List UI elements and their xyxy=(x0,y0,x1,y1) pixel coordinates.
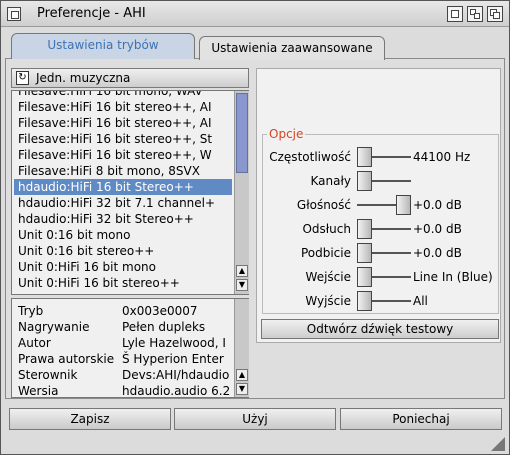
mode-list-scrollbar[interactable]: ▲ ▼ xyxy=(234,91,249,294)
option-slider-handle[interactable] xyxy=(357,291,372,311)
mode-list-item[interactable]: Filesave:HiFi 16 bit stereo++, AI xyxy=(14,115,232,131)
device-cycle-button[interactable]: ↻ Jedn. muzyczna xyxy=(11,68,249,88)
info-row: Autor Lyle Hazelwood, I xyxy=(16,335,232,351)
mode-list-item[interactable]: Filesave:HiFi 8 bit mono, 8SVX xyxy=(14,163,232,179)
option-value: +0.0 dB xyxy=(413,198,462,212)
mode-list-items: Filesave:HiFi 16 bit mono, WAV Filesave:H… xyxy=(14,91,232,294)
option-label: Kanały xyxy=(310,174,351,188)
zoom-icon[interactable] xyxy=(467,6,483,22)
scroll-up-icon[interactable]: ▲ xyxy=(236,369,248,381)
info-row: Nagrywanie Pełen dupleks xyxy=(16,319,232,335)
option-slider-handle[interactable] xyxy=(357,267,372,287)
depth-icon[interactable] xyxy=(487,6,503,22)
info-key: Wersja xyxy=(18,384,59,395)
option-label: Odsłuch xyxy=(302,222,351,236)
iconify-icon[interactable] xyxy=(447,6,463,22)
close-icon[interactable] xyxy=(7,7,21,21)
option-value: +0.0 dB xyxy=(413,246,462,260)
play-test-sound-button[interactable]: Odtwórz dźwięk testowy xyxy=(261,319,499,339)
mode-list-item[interactable]: Unit 0:HiFi 16 bit mono xyxy=(14,259,232,275)
info-key: Autor xyxy=(18,336,51,350)
mode-list-item[interactable]: Filesave:HiFi 16 bit stereo++, AI xyxy=(14,99,232,115)
scroll-down-icon[interactable]: ▼ xyxy=(236,383,248,395)
cycle-icon: ↻ xyxy=(16,71,29,85)
mode-list-item[interactable]: Unit 0:16 bit stereo++ xyxy=(14,243,232,259)
tab-mode-settings[interactable]: Ustawienia trybów xyxy=(11,33,195,59)
info-key: Tryb xyxy=(18,304,44,318)
mode-list[interactable]: Filesave:HiFi 16 bit mono, WAV Filesave:H… xyxy=(11,90,249,295)
option-value: Line In (Blue) xyxy=(413,270,493,284)
mode-list-item[interactable]: hdaudio:HiFi 32 bit 7.1 channel+ xyxy=(14,195,232,211)
mode-list-item[interactable]: Unit 0:16 bit mono xyxy=(14,227,232,243)
resize-handle-icon[interactable] xyxy=(491,437,505,451)
info-row: Sterownik Devs:AHI/hdaudio xyxy=(16,367,232,383)
mode-info-rows: Tryb 0x003e0007 Nagrywanie Pełen dupleks Aut… xyxy=(16,303,232,395)
info-row: Wersja hdaudio.audio 6.2 xyxy=(16,383,232,395)
option-slider-handle[interactable] xyxy=(396,195,411,215)
info-key: Prawa autorskie xyxy=(18,352,115,366)
option-slider-handle[interactable] xyxy=(357,171,372,191)
info-row: Prawa autorskie Š Hyperion Enter xyxy=(16,351,232,367)
mode-list-scroll-knob[interactable] xyxy=(236,93,248,173)
option-value: +0.0 dB xyxy=(413,222,462,236)
option-label: Wyjście xyxy=(305,294,351,308)
mode-list-item[interactable]: Filesave:HiFi 16 bit mono, WAV xyxy=(14,91,232,99)
info-value: Lyle Hazelwood, I xyxy=(122,336,226,350)
scroll-up-icon[interactable]: ▲ xyxy=(236,265,248,277)
scroll-down-icon[interactable]: ▼ xyxy=(236,279,248,291)
option-label: Głośność xyxy=(296,198,351,212)
mode-info-box: Tryb 0x003e0007 Nagrywanie Pełen dupleks Aut… xyxy=(11,298,249,398)
option-label: Podbicie xyxy=(300,246,351,260)
option-label: Częstotliwość xyxy=(269,150,351,164)
info-value: 0x003e0007 xyxy=(122,304,198,318)
option-slider-handle[interactable] xyxy=(357,243,372,263)
info-value: hdaudio.audio 6.2 xyxy=(122,384,231,395)
option-slider-handle[interactable] xyxy=(357,219,372,239)
info-value: Š Hyperion Enter xyxy=(122,352,224,366)
info-key: Nagrywanie xyxy=(18,320,90,334)
title-bar[interactable]: Preferencje - AHI xyxy=(1,1,509,27)
mode-list-item[interactable]: hdaudio:HiFi 16 bit Stereo++ xyxy=(14,179,232,195)
preferences-window: Preferencje - AHI Ustawienia trybów Usta… xyxy=(0,0,510,455)
info-value: Pełen dupleks xyxy=(122,320,206,334)
window-title: Preferencje - AHI xyxy=(37,6,146,21)
mode-list-item[interactable]: Filesave:HiFi 16 bit stereo++, St xyxy=(14,131,232,147)
info-key: Sterownik xyxy=(18,368,78,382)
use-button[interactable]: Użyj xyxy=(174,408,336,430)
option-label: Wejście xyxy=(305,270,351,284)
mode-list-item[interactable]: Unit 0:HiFi 16 bit stereo++ xyxy=(14,275,232,291)
option-value: 44100 Hz xyxy=(413,150,471,164)
tab-advanced-settings[interactable]: Ustawienia zaawansowane xyxy=(199,36,385,60)
cancel-button[interactable]: Poniechaj xyxy=(340,408,502,430)
device-label: Jedn. muzyczna xyxy=(36,71,131,85)
options-group-label: Opcje xyxy=(267,127,306,141)
info-value: Devs:AHI/hdaudio xyxy=(122,368,230,382)
save-button[interactable]: Zapisz xyxy=(9,408,171,430)
option-value: All xyxy=(413,294,428,308)
option-slider-handle[interactable] xyxy=(357,147,372,167)
info-scrollbar[interactable]: ▲ ▼ xyxy=(234,299,249,397)
mode-list-item[interactable]: hdaudio:HiFi 32 bit Stereo++ xyxy=(14,211,232,227)
info-row: Tryb 0x003e0007 xyxy=(16,303,232,319)
mode-list-item[interactable]: Filesave:HiFi 16 bit stereo++, W xyxy=(14,147,232,163)
